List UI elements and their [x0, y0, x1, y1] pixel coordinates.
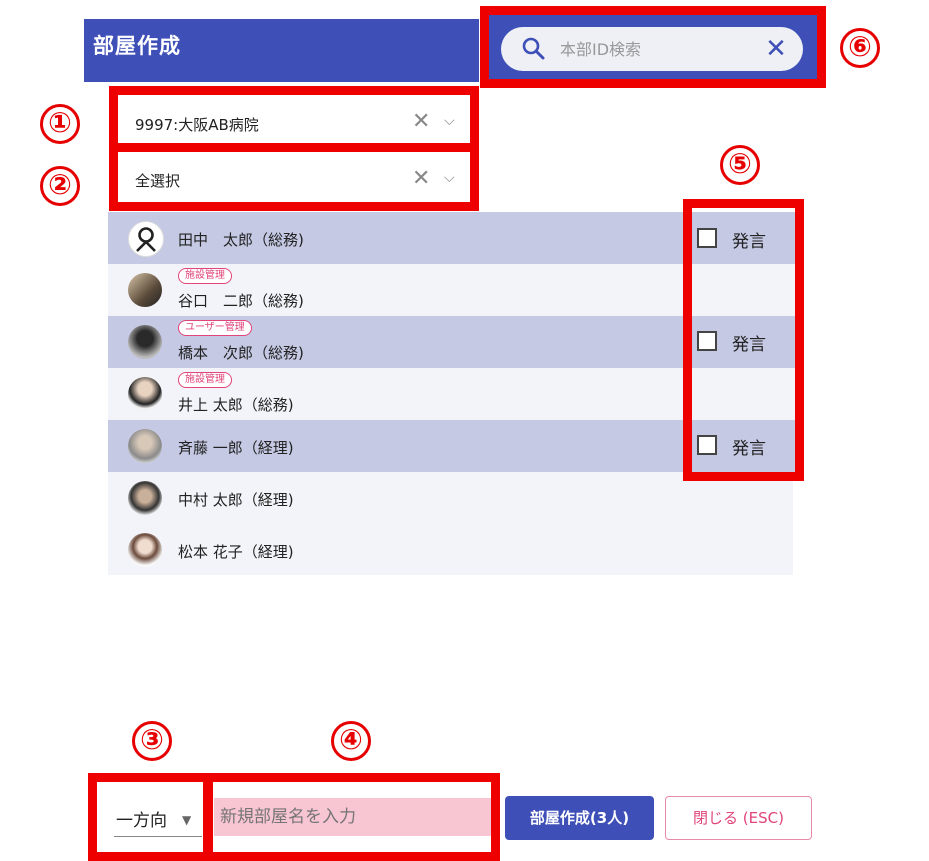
avatar: [128, 481, 162, 515]
callout-number-5: ⑤: [720, 145, 760, 185]
role-badge: ユーザー管理: [178, 320, 252, 336]
close-button[interactable]: 閉じる (ESC): [665, 796, 812, 840]
avatar: [128, 273, 162, 307]
person-outline-icon: [128, 221, 164, 257]
avatar: [128, 377, 162, 411]
avatar: [128, 533, 162, 567]
user-name: 斉藤 一郎（経理): [178, 439, 294, 457]
group-clear-icon[interactable]: ✕: [412, 166, 430, 191]
callout-frame-3: [88, 773, 212, 861]
user-name: 田中 太郎（総務): [178, 231, 304, 249]
user-name: 松本 花子（経理): [178, 543, 294, 561]
avatar: [128, 325, 162, 359]
callout-frame-6: [480, 6, 826, 88]
list-item[interactable]: 松本 花子（経理): [108, 524, 793, 575]
callout-number-1: ①: [40, 104, 80, 144]
role-badge: 施設管理: [178, 268, 232, 284]
group-select-value: 全選択: [135, 172, 181, 190]
callout-number-6: ⑥: [840, 28, 880, 68]
role-badge: 施設管理: [178, 372, 232, 388]
user-name: 橋本 次郎（総務): [178, 344, 304, 362]
group-select[interactable]: 全選択 ✕ ⌵: [118, 152, 470, 202]
hospital-select-value: 9997:大阪AB病院: [135, 116, 259, 134]
hospital-clear-icon[interactable]: ✕: [412, 109, 430, 134]
callout-frame-4: [204, 773, 500, 861]
user-name: 井上 太郎（総務): [178, 396, 294, 414]
callout-number-3: ③: [132, 721, 172, 761]
page-title: 部屋作成: [93, 34, 181, 58]
callout-frame-5: [683, 199, 804, 481]
hospital-select[interactable]: 9997:大阪AB病院 ✕ ⌵: [118, 95, 470, 145]
avatar: [128, 429, 162, 463]
user-name: 谷口 二郎（総務): [178, 292, 304, 310]
callout-number-2: ②: [40, 166, 80, 206]
user-name: 中村 太郎（経理): [178, 491, 294, 509]
create-room-button[interactable]: 部屋作成(3人): [505, 796, 654, 840]
chevron-down-icon[interactable]: ⌵: [444, 113, 455, 129]
callout-number-4: ④: [331, 721, 371, 761]
chevron-down-icon[interactable]: ⌵: [444, 170, 455, 186]
